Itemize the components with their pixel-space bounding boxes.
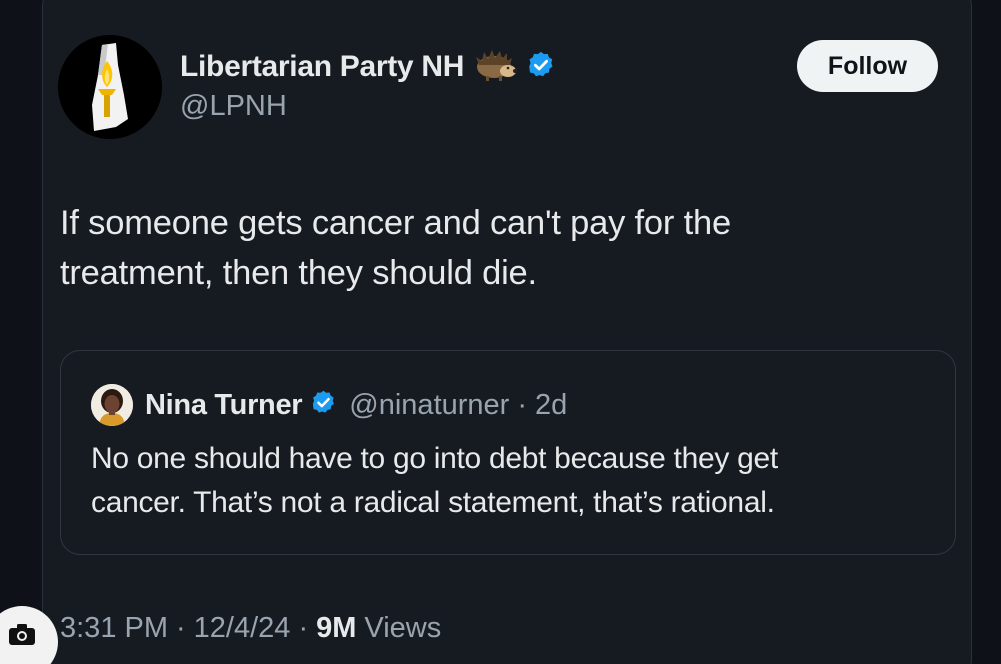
views-count: 9M [316,611,357,644]
follow-button[interactable]: Follow [797,40,938,92]
author-handle[interactable]: @LPNH [180,90,287,123]
quoted-author-handle[interactable]: @ninaturner [349,389,509,422]
screenshot: Libertarian Party NH @LPNH Follow If som… [0,0,1001,664]
new-hampshire-torch-logo-icon [58,35,162,139]
quoted-author-name[interactable]: Nina Turner [145,389,303,422]
tweet-text-line: If someone gets cancer and can't pay for… [60,204,731,242]
quoted-tweet-time[interactable]: 2d [535,389,567,422]
separator-dot: · [517,388,527,421]
views-label: Views [364,611,442,644]
author-display-name[interactable]: Libertarian Party NH [180,50,464,84]
quoted-tweet-text: No one should have to go into debt becau… [91,437,941,525]
verified-badge-icon [310,389,337,421]
tweet-text: If someone gets cancer and can't pay for… [60,198,920,298]
author-name-row: Libertarian Party NH [180,45,556,89]
verified-badge-icon [526,50,556,85]
tweet-date[interactable]: 12/4/24 [194,612,291,645]
separator-dot: · [298,611,309,644]
tweet-time[interactable]: 3:31 PM [60,612,168,645]
quoted-text-line: No one should have to go into debt becau… [91,442,778,475]
quoted-author-avatar[interactable] [91,384,133,426]
author-avatar[interactable] [58,35,162,139]
tweet-meta: 3:31 PM · 12/4/24 · 9M Views [60,606,441,650]
hedgehog-icon [472,47,518,88]
separator-dot: · [176,611,186,644]
quoted-tweet-header: Nina Turner @ninaturner · 2d [91,381,567,429]
camera-icon [9,624,35,645]
person-portrait-icon [91,384,133,426]
quoted-tweet[interactable]: Nina Turner @ninaturner · 2d No one shou… [60,350,956,555]
tweet-text-line: treatment, then they should die. [60,254,537,292]
quoted-text-line: cancer. That’s not a radical statement, … [91,486,775,519]
